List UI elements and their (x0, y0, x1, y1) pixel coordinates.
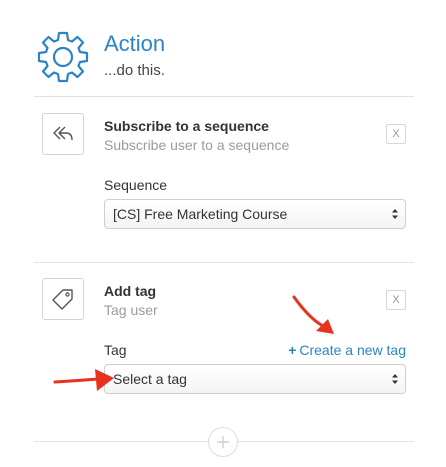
page-title: Action (104, 31, 166, 56)
action-card-subscribe: Subscribe to a sequence Subscribe user t… (34, 110, 414, 240)
remove-action-button[interactable]: X (386, 290, 406, 310)
remove-action-button[interactable]: X (386, 124, 406, 144)
field-label: Tag (104, 342, 127, 358)
select-arrows-icon (392, 209, 398, 219)
card-subtitle: Tag user (104, 302, 158, 318)
create-link-label: Create a new tag (299, 342, 406, 358)
annotation-arrow-icon (53, 369, 114, 391)
gear-icon (37, 31, 89, 83)
card-title: Add tag (104, 283, 157, 299)
reply-all-icon (42, 113, 84, 155)
add-action-button[interactable] (208, 427, 238, 457)
page-subtitle: ...do this. (104, 62, 165, 79)
annotation-arrow-icon (292, 295, 334, 334)
select-value: [CS] Free Marketing Course (113, 206, 288, 222)
action-header: Action ...do this. (34, 28, 414, 88)
select-arrows-icon (392, 374, 398, 384)
divider (34, 96, 414, 97)
tag-icon (42, 278, 84, 320)
plus-icon (217, 436, 229, 448)
divider (34, 262, 414, 263)
select-value: Select a tag (113, 371, 187, 387)
field-label: Sequence (104, 177, 168, 193)
plus-icon: + (288, 342, 297, 358)
card-title: Subscribe to a sequence (104, 118, 269, 134)
card-subtitle: Subscribe user to a sequence (104, 137, 290, 153)
tag-select[interactable]: Select a tag (104, 364, 406, 394)
sequence-select[interactable]: [CS] Free Marketing Course (104, 199, 406, 229)
create-new-tag-link[interactable]: + Create a new tag (288, 342, 406, 358)
